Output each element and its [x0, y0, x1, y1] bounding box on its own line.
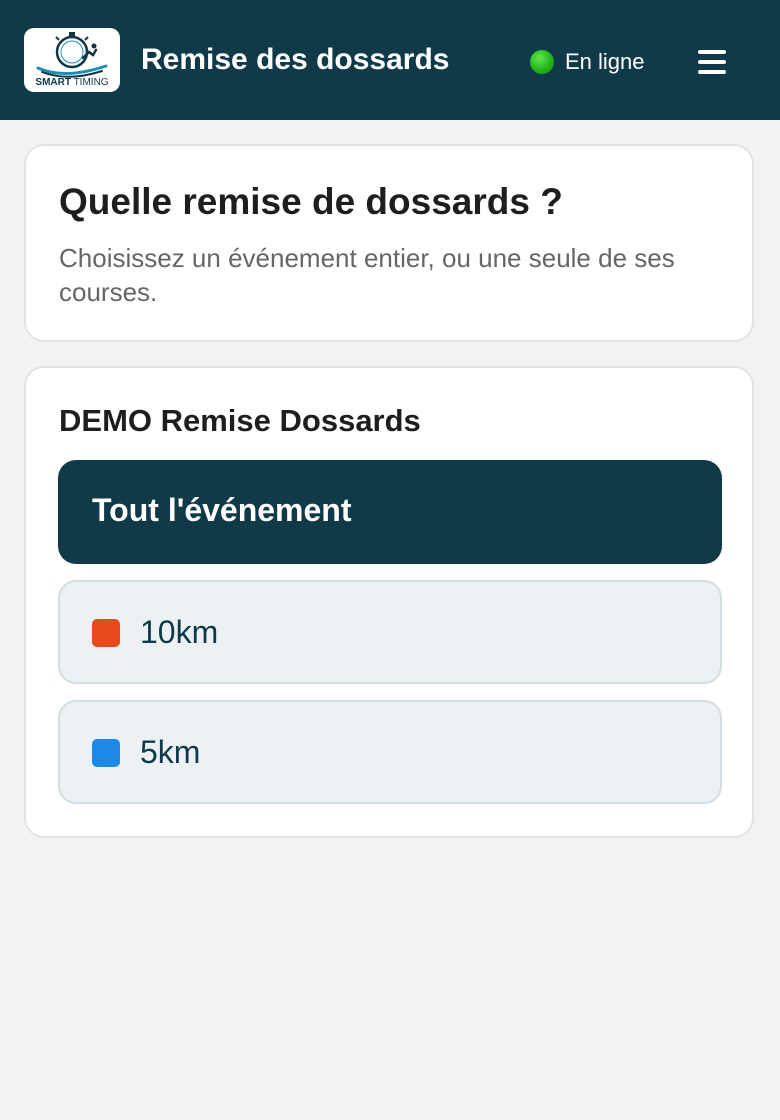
race-button-10km[interactable]: 10km [58, 580, 722, 684]
race-label: 5km [140, 734, 201, 770]
app-header: SMART TIMING Remise des dossards En lign… [0, 0, 780, 120]
race-label: 10km [140, 614, 219, 650]
event-card: DEMO Remise Dossards Tout l'événement 10… [24, 366, 754, 838]
intro-title: Quelle remise de dossards ? [59, 181, 563, 222]
hamburger-menu-icon [698, 70, 726, 74]
event-name: DEMO Remise Dossards [59, 403, 421, 438]
race-color-swatch [92, 739, 120, 767]
intro-description: Choisissez un événement entier, ou une s… [59, 243, 675, 307]
whole-event-button-label: Tout l'événement [92, 492, 352, 528]
race-color-swatch [92, 619, 120, 647]
intro-card: Quelle remise de dossards ? Choisissez u… [24, 144, 754, 342]
online-dot-icon [530, 50, 554, 74]
hamburger-menu-icon [698, 50, 726, 54]
page-title: Remise des dossards [141, 43, 450, 76]
smart-timing-logo: SMART TIMING [24, 28, 120, 92]
connection-status-label: En ligne [565, 49, 645, 74]
connection-status: En ligne [530, 47, 645, 77]
race-button-5km[interactable]: 5km [58, 700, 722, 804]
hamburger-menu-icon [698, 60, 726, 64]
menu-button[interactable] [692, 44, 732, 80]
logo-wordmark: SMART TIMING [35, 77, 109, 88]
whole-event-button[interactable]: Tout l'événement [58, 460, 722, 564]
